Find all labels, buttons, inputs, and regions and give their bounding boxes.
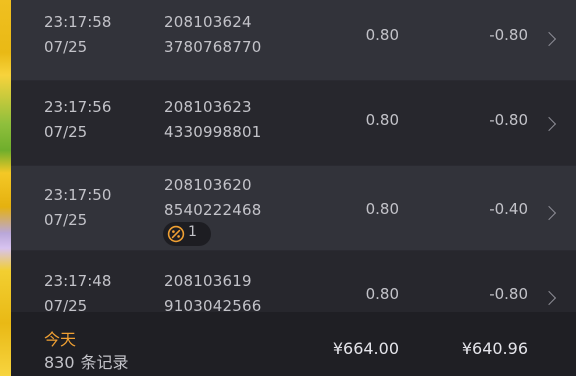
- chevron-right-icon[interactable]: [541, 31, 557, 47]
- transaction-time: 23:17:58: [44, 13, 112, 31]
- bonus-coin-icon: [167, 225, 185, 243]
- net-amount: -0.40: [489, 200, 528, 218]
- table-row[interactable]: 23:17:58 07/25 208103624 3780768770 0.80…: [11, 0, 576, 80]
- chevron-right-icon[interactable]: [541, 116, 557, 132]
- bet-history-screen: 23:17:58 07/25 208103624 3780768770 0.80…: [0, 0, 576, 376]
- chevron-right-icon[interactable]: [541, 205, 557, 221]
- order-number-line1: 208103624: [164, 13, 252, 31]
- transaction-date: 07/25: [44, 123, 88, 141]
- order-number-line2: 8540222468: [164, 201, 262, 219]
- record-count: 830: [44, 353, 75, 372]
- order-number-line1: 208103619: [164, 272, 252, 290]
- transaction-time: 23:17:48: [44, 272, 112, 290]
- transaction-time: 23:17:56: [44, 98, 112, 116]
- bet-amount: 0.80: [365, 26, 399, 44]
- bet-amount: 0.80: [365, 111, 399, 129]
- record-count-label: 830 条记录: [44, 349, 129, 373]
- transaction-list[interactable]: 23:17:58 07/25 208103624 3780768770 0.80…: [11, 0, 576, 312]
- background-image-strip: [0, 0, 11, 376]
- badge-count: 1: [188, 224, 197, 240]
- bet-amount: 0.80: [365, 285, 399, 303]
- table-row[interactable]: 23:17:50 07/25 208103620 8540222468 1 0.…: [11, 166, 576, 250]
- net-amount: -0.80: [489, 26, 528, 44]
- transaction-date: 07/25: [44, 38, 88, 56]
- order-number-line2: 9103042566: [164, 297, 262, 312]
- summary-footer: 今天 830 条记录 ¥664.00 ¥640.96: [11, 312, 576, 376]
- chevron-right-icon[interactable]: [541, 290, 557, 306]
- order-number-line1: 208103620: [164, 176, 252, 194]
- transaction-date: 07/25: [44, 297, 88, 312]
- net-amount: -0.80: [489, 285, 528, 303]
- total-amount: ¥664.00: [332, 339, 399, 358]
- table-row[interactable]: 23:17:56 07/25 208103623 4330998801 0.80…: [11, 81, 576, 165]
- total-net: ¥640.96: [461, 339, 528, 358]
- period-label: 今天: [44, 330, 77, 349]
- net-amount: -0.80: [489, 111, 528, 129]
- record-unit: 条记录: [80, 353, 129, 372]
- transaction-time: 23:17:50: [44, 186, 112, 204]
- order-number-line2: 3780768770: [164, 38, 262, 56]
- order-number-line2: 4330998801: [164, 123, 262, 141]
- order-number-line1: 208103623: [164, 98, 252, 116]
- transaction-date: 07/25: [44, 211, 88, 229]
- bonus-badge: 1: [163, 222, 211, 246]
- table-row[interactable]: 23:17:48 07/25 208103619 9103042566 0.80…: [11, 251, 576, 312]
- bet-amount: 0.80: [365, 200, 399, 218]
